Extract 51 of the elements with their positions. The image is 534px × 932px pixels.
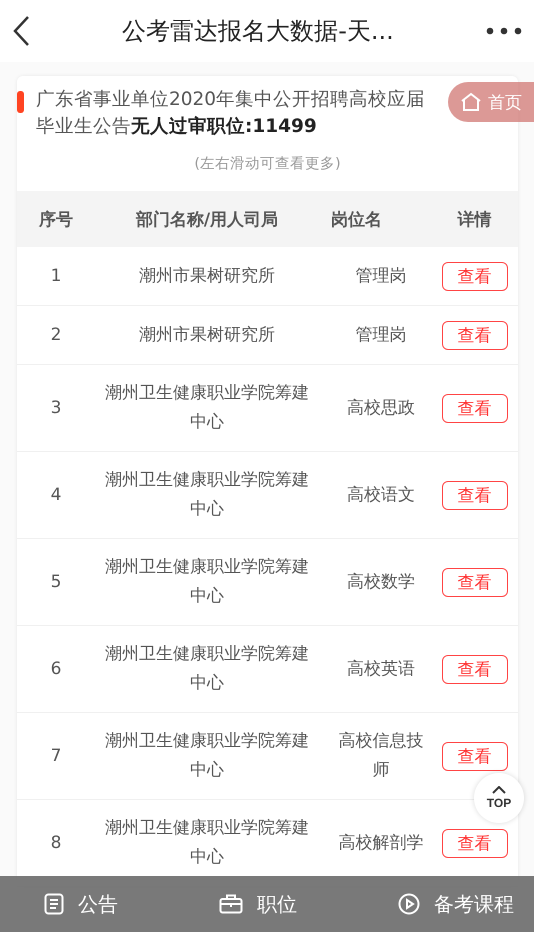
table-cell-text: 潮州卫生健康职业学院筹建中心: [104, 556, 310, 608]
table-cell-text: 管理岗: [354, 324, 408, 346]
table-cell-text: 2: [50, 324, 62, 346]
table-cell-text: 潮州市果树研究所: [138, 264, 276, 288]
table-cell-text: 4: [50, 484, 62, 506]
table-cell-text: 潮州卫生健康职业学院筹建中心: [104, 817, 310, 869]
table-cell-text: 潮州卫生健康职业学院筹建中心: [104, 730, 310, 782]
table-cell-text: 潮州卫生健康职业学院筹建中心: [104, 382, 310, 434]
briefcase-icon: [219, 894, 243, 914]
notice-title: 广东省事业单位2020年集中公开招聘高校应届毕业生公告无人过审职位:11499: [36, 88, 426, 139]
table-cell-text: 8: [50, 832, 62, 854]
nav-item[interactable]: 公告: [44, 890, 118, 918]
document-icon: [44, 893, 64, 915]
table-cell-text: 高校解剖学: [338, 832, 424, 854]
table-cell-text: 潮州卫生健康职业学院筹建中心: [104, 643, 310, 695]
view-button[interactable]: 查看: [442, 568, 508, 596]
table-cell-text: 管理岗: [354, 264, 408, 288]
home-button[interactable]: 首页: [448, 82, 534, 122]
table-cell-text: 5: [50, 570, 62, 594]
more-icon[interactable]: [486, 27, 522, 35]
home-icon: [460, 92, 482, 112]
view-button[interactable]: 查看: [442, 828, 508, 858]
table-cell-text: 潮州卫生健康职业学院筹建中心: [104, 469, 310, 521]
view-button[interactable]: 查看: [442, 262, 508, 290]
table-cell-text: 高校英语: [346, 658, 416, 680]
back-icon[interactable]: [12, 15, 30, 47]
view-button[interactable]: 查看: [442, 480, 508, 510]
table-cell-text: 高校数学: [346, 570, 416, 594]
table-cell-text: 1: [50, 264, 62, 288]
play-icon: [398, 893, 420, 915]
view-button[interactable]: 查看: [442, 654, 508, 684]
view-button[interactable]: 查看: [442, 320, 508, 350]
table-cell-text: 高校思政: [346, 396, 416, 420]
page-title: 公考雷达报名大数据-天...: [121, 16, 395, 47]
caret-up-icon: [492, 786, 506, 794]
nav-item[interactable]: 备考课程: [398, 890, 514, 918]
table-cell-text: 高校信息技 师: [338, 730, 424, 782]
view-button[interactable]: 查看: [442, 394, 508, 422]
table-cell-text: 7: [50, 744, 62, 768]
column-header: 岗位名: [330, 208, 383, 230]
view-button[interactable]: 查看: [442, 742, 508, 770]
column-header: 详情: [456, 208, 492, 230]
column-header: 序号: [38, 208, 74, 230]
table-cell-text: 高校语文: [346, 484, 416, 506]
accent-bar: [17, 91, 24, 113]
column-header: 部门名称/用人司局: [134, 208, 280, 230]
scroll-hint: (左右滑动可查看更多): [193, 155, 342, 173]
table-cell-text: 潮州市果树研究所: [138, 324, 276, 346]
table-cell-text: 6: [50, 658, 62, 680]
table-cell-text: 3: [50, 396, 62, 420]
nav-item[interactable]: 职位: [219, 890, 297, 918]
